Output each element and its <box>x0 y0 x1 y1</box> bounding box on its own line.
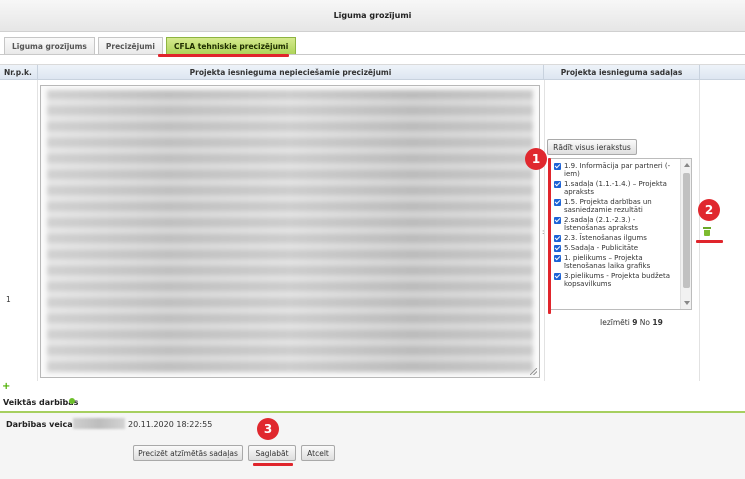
show-all-records-button[interactable]: Rādīt visus ierakstus <box>547 139 637 155</box>
column-divider <box>699 80 700 381</box>
save-highlight <box>253 463 293 466</box>
save-button[interactable]: Saglabāt <box>248 445 296 461</box>
annotation-badge-3: 3 <box>257 418 279 440</box>
checkbox-checked-icon[interactable] <box>554 245 561 252</box>
column-header-actions <box>700 65 745 80</box>
checkbox-checked-icon[interactable] <box>554 163 561 170</box>
section-label: 5.Sadaļa - Publicitāte <box>564 244 639 252</box>
counter-selected: 9 <box>632 318 638 327</box>
redacted-text <box>47 90 533 373</box>
tab-divider <box>0 54 745 55</box>
checkbox-checked-icon[interactable] <box>554 273 561 280</box>
section-label: 2.3. Īstenošanas ilgums <box>564 234 647 242</box>
column-header-number: Nr.p.k. <box>0 65 38 80</box>
clarification-textarea[interactable] <box>40 85 540 378</box>
counter-total: 19 <box>652 318 663 327</box>
window-title: Līguma grozījumi <box>0 0 745 32</box>
info-dot-icon <box>69 398 75 404</box>
tab-cfla-tehniskie-precizejumi[interactable]: CFLA tehniskie precizējumi <box>165 37 297 54</box>
textarea-marker: : <box>542 228 545 236</box>
section-label: 1.sadaļa (1.1.-1.4.) – Projekta apraksts <box>564 180 667 196</box>
section-label: 1. pielikums – Projekta īstenošanas laik… <box>564 254 651 270</box>
section-label: 1.5. Projekta darbības un sasniedzamie r… <box>564 198 652 214</box>
clarify-selected-sections-button[interactable]: Precizēt atzīmētās sadaļas <box>133 445 243 461</box>
section-item[interactable]: 1.sadaļa (1.1.-1.4.) – Projekta apraksts <box>554 180 678 196</box>
checkbox-checked-icon[interactable] <box>554 235 561 242</box>
section-item[interactable]: 2.sadaļa (2.1.-2.3.) - Īstenošanas aprak… <box>554 216 678 232</box>
section-item[interactable]: 2.3. Īstenošanas ilgums <box>554 234 678 242</box>
checkbox-checked-icon[interactable] <box>554 255 561 262</box>
actions-section-title: Veiktās darbības <box>3 398 79 407</box>
section-item[interactable]: 1.9. Informācija par partneri (-iem) <box>554 162 678 178</box>
section-item[interactable]: 3.pielikums - Projekta budžeta kopsavilk… <box>554 272 678 288</box>
sections-listbox[interactable]: 1.9. Informācija par partneri (-iem) 1.s… <box>549 158 692 310</box>
counter-separator: No <box>639 318 650 327</box>
trash-can <box>704 230 710 236</box>
resize-handle[interactable] <box>530 368 537 375</box>
column-header-clarifications: Projekta iesnieguma nepieciešamie preciz… <box>38 65 544 80</box>
section-label: 1.9. Informācija par partneri (-iem) <box>564 162 671 178</box>
section-item[interactable]: 5.Sadaļa - Publicitāte <box>554 244 678 252</box>
listbox-highlight <box>548 158 551 314</box>
performed-by-label: Darbības veica <box>6 420 73 429</box>
column-divider <box>37 80 38 381</box>
tab-liguma-grozijums[interactable]: Līguma grozījums <box>4 37 95 54</box>
tab-precizejumi[interactable]: Precizējumi <box>97 37 163 54</box>
active-tab-highlight <box>158 54 289 57</box>
trash-lid <box>703 227 711 229</box>
scroll-up-icon[interactable] <box>684 163 690 167</box>
checkbox-checked-icon[interactable] <box>554 217 561 224</box>
section-label: 3.pielikums - Projekta budžeta kopsavilk… <box>564 272 670 288</box>
tab-bar: Līguma grozījums Precizējumi CFLA tehnis… <box>4 37 299 54</box>
trash-highlight <box>696 240 723 243</box>
add-icon[interactable]: + <box>2 382 10 392</box>
checkbox-checked-icon[interactable] <box>554 181 561 188</box>
selection-counter: Iezīmēti 9 No 19 <box>600 318 663 327</box>
scrollbar-thumb[interactable] <box>683 173 690 288</box>
annotation-badge-1: 1 <box>525 148 547 170</box>
sections-list: 1.9. Informācija par partneri (-iem) 1.s… <box>554 162 678 290</box>
trash-icon[interactable] <box>703 227 711 236</box>
listbox-scrollbar[interactable] <box>680 159 691 309</box>
annotation-badge-2: 2 <box>698 199 720 221</box>
checkbox-checked-icon[interactable] <box>554 199 561 206</box>
section-label: 2.sadaļa (2.1.-2.3.) - Īstenošanas aprak… <box>564 216 639 232</box>
counter-prefix: Iezīmēti <box>600 318 630 327</box>
performed-by-name-redacted <box>73 418 125 429</box>
row-number: 1 <box>6 295 11 304</box>
column-header-sections: Projekta iesnieguma sadaļas <box>544 65 700 80</box>
section-item[interactable]: 1. pielikums – Projekta īstenošanas laik… <box>554 254 678 270</box>
cancel-button[interactable]: Atcelt <box>301 445 335 461</box>
section-item[interactable]: 1.5. Projekta darbības un sasniedzamie r… <box>554 198 678 214</box>
scroll-down-icon[interactable] <box>684 301 690 305</box>
performed-at: 20.11.2020 18:22:55 <box>128 420 213 429</box>
